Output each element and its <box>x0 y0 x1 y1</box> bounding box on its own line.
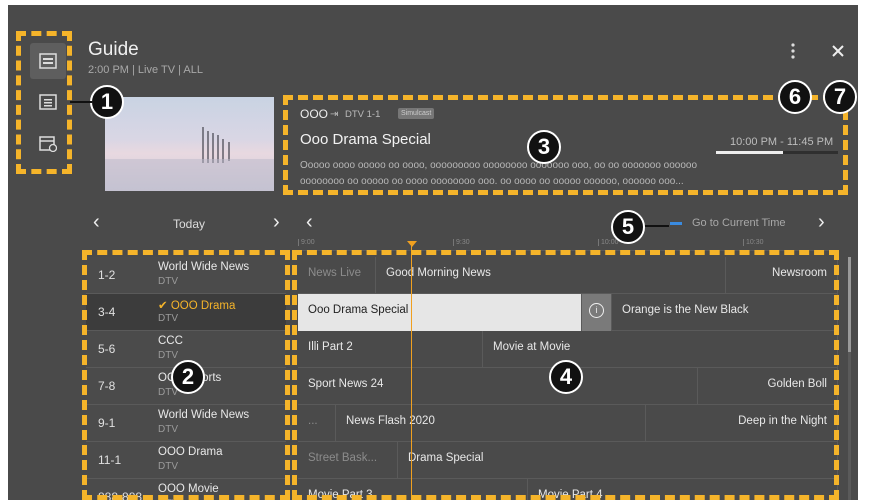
time-tick: 10:00 <box>598 239 619 246</box>
program-progress-fill <box>716 151 784 154</box>
program-row: ... News Flash 2020 Deep in the Night <box>298 405 838 442</box>
callout-badge-2: 2 <box>171 360 205 394</box>
program-cell[interactable]: News Flash 2020 <box>336 405 646 442</box>
channel-row[interactable]: 1-2 World Wide News DTV <box>86 257 286 294</box>
program-row: Movie Part 3 Movie Part 4 <box>298 479 838 500</box>
program-cell[interactable]: Orange is the New Black <box>612 294 838 331</box>
callout-badge-1: 1 <box>90 85 124 119</box>
channel-number: 5-6 <box>98 342 116 356</box>
program-cell[interactable]: Movie Part 3 <box>298 479 528 500</box>
live-preview-thumbnail[interactable] <box>105 97 274 191</box>
program-channel-tag: DTV 1-1 <box>345 109 381 120</box>
program-time: 10:00 PM - 11:45 PM <box>730 136 834 148</box>
program-cell[interactable]: Deep in the Night <box>646 405 838 442</box>
time-tick: 9:00 <box>298 239 315 246</box>
schedule-calendar-icon[interactable] <box>30 125 66 161</box>
program-cell[interactable]: Drama Special <box>398 442 838 479</box>
callout-badge-5: 5 <box>611 210 645 244</box>
program-list-icon[interactable] <box>30 84 66 120</box>
callout-badge-4: 4 <box>549 360 583 394</box>
program-cell[interactable]: News Live <box>298 257 376 294</box>
channel-number: 9-1 <box>98 416 116 430</box>
program-cell[interactable]: Illi Part 2 <box>298 331 483 368</box>
program-cell[interactable]: Sport News 24 <box>298 368 698 405</box>
channel-row[interactable]: 11-1 OOO Drama DTV <box>86 442 286 479</box>
callout-pointer-5 <box>645 225 669 227</box>
channel-type: DTV <box>158 424 178 435</box>
callout-badge-6: 6 <box>778 80 812 114</box>
channel-name: OOO Drama <box>158 446 223 458</box>
timeline-next-icon[interactable]: › <box>818 211 825 234</box>
channel-name: World Wide News <box>158 261 250 273</box>
channel-name: ✔ OOO Drama <box>158 300 236 312</box>
timeline-ruler: 9:00 9:30 10:00 10:30 <box>298 239 838 251</box>
channel-row[interactable]: 3-4 ✔ OOO Drama DTV <box>86 294 286 331</box>
page-title: Guide <box>88 39 139 60</box>
current-time-head-icon <box>407 241 417 247</box>
channel-number: 7-8 <box>98 379 116 393</box>
channel-name: World Wide News <box>158 409 250 421</box>
callout-pointer-1 <box>70 101 92 103</box>
program-row: News Live Good Morning News Newsroom <box>298 257 838 294</box>
prev-day-icon[interactable]: ‹ <box>93 211 100 234</box>
tv-guide-screen: { "header":{"title":"Guide","subtitle":"… <box>8 5 858 500</box>
program-cell[interactable]: Movie at Movie <box>483 331 838 368</box>
info-icon[interactable]: i <box>582 294 612 331</box>
program-cell[interactable]: Ooo Drama Special <box>298 294 582 331</box>
program-cell[interactable]: Newsroom <box>726 257 838 294</box>
grid-scrollbar[interactable] <box>848 257 851 500</box>
next-day-icon[interactable]: › <box>273 211 280 234</box>
current-time-line <box>411 243 412 500</box>
time-tick: 10:30 <box>743 239 764 246</box>
day-label: Today <box>173 217 206 231</box>
channel-name: OOO Movie <box>158 483 219 495</box>
guide-menu-icon[interactable] <box>30 43 66 79</box>
page-subtitle: 2:00 PM | Live TV | ALL <box>88 64 203 76</box>
channel-type: DTV <box>158 276 178 287</box>
input-arrow-icon: ⇥ <box>330 109 339 120</box>
callout-badge-7: 7 <box>823 80 857 114</box>
channel-row[interactable]: 9-1 World Wide News DTV <box>86 405 286 442</box>
program-cell[interactable]: Good Morning News <box>376 257 726 294</box>
program-cell[interactable]: Street Bask... <box>298 442 398 479</box>
time-tick: 9:30 <box>453 239 470 246</box>
program-row: Ooo Drama Special i Orange is the New Blac… <box>298 294 838 331</box>
callout-badge-3: 3 <box>527 130 561 164</box>
go-to-current-time-button[interactable]: Go to Current Time <box>692 217 786 229</box>
program-cell[interactable]: ... <box>298 405 336 442</box>
grid-scrollbar-thumb[interactable] <box>848 257 851 352</box>
simulcast-badge: Simulcast <box>398 108 435 119</box>
program-cell[interactable]: Golden Boll <box>698 368 838 405</box>
channel-number: 11-1 <box>98 453 122 467</box>
channel-row[interactable]: 888-888 OOO Movie DTV <box>86 479 286 500</box>
program-channel: OOO <box>300 107 329 121</box>
channel-number: 1-2 <box>98 268 116 282</box>
timeline-prev-icon[interactable]: ‹ <box>306 211 313 234</box>
channel-name: CCC <box>158 335 183 347</box>
program-row: Street Bask... Drama Special <box>298 442 838 479</box>
program-description-line-1: Ooooo oooo ooooo oo oooo, ooooooooo oooo… <box>300 160 698 171</box>
channel-type: DTV <box>158 350 178 361</box>
current-time-marker-icon <box>670 222 682 225</box>
channel-type: DTV <box>158 461 178 472</box>
more-options-icon[interactable] <box>775 33 811 69</box>
program-progress-track <box>716 151 838 154</box>
check-icon: ✔ <box>158 300 171 312</box>
program-title: Ooo Drama Special <box>300 131 431 148</box>
channel-number: 3-4 <box>98 305 116 319</box>
program-cell[interactable]: Movie Part 4 <box>528 479 838 500</box>
close-icon[interactable] <box>820 33 856 69</box>
channel-type: DTV <box>158 313 178 324</box>
channel-number: 888-888 <box>98 490 143 500</box>
program-description-line-2: oooooooo oo ooooo oo oooo oooooooo ooo. … <box>300 176 684 187</box>
